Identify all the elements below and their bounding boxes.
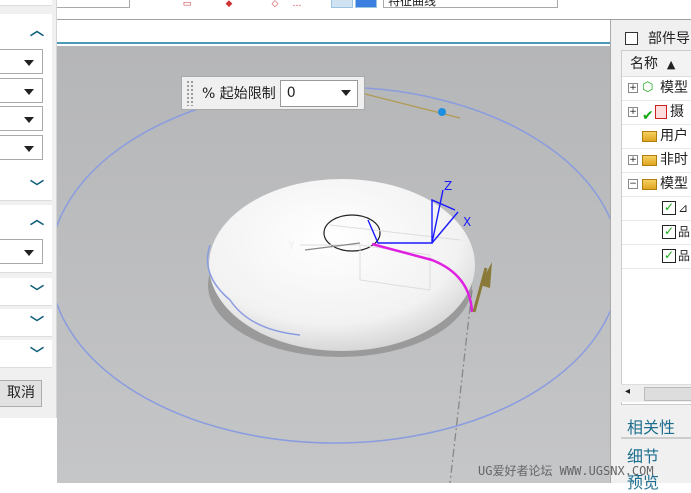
option-dropdown-1[interactable] [0, 49, 43, 74]
scroll-left-icon[interactable]: ◂ [625, 386, 630, 397]
visibility-checkbox[interactable]: ✓ [662, 225, 676, 239]
graphics-viewport[interactable]: Z X Y [57, 46, 610, 483]
tree-item-user-expressions[interactable]: 用户 [622, 125, 691, 149]
tree-item-model-views[interactable]: + ⬡ 模型 [622, 77, 691, 101]
option-dropdown-3[interactable] [0, 106, 43, 131]
chevron-down-icon: ﹀ [30, 285, 44, 301]
tree-item-unused[interactable]: + 非时 [622, 149, 691, 173]
feature-tree: 名称 ▲ + ⬡ 模型 + ✔ 摄 用户 + 非时 − 模型 ✓ ⊿ ✓ 品 ✓ 品 [621, 50, 691, 405]
column-name-label: 名称 [630, 56, 658, 72]
graphics-window-header [57, 20, 610, 44]
collapsed-section-2[interactable]: ﹀ [0, 278, 52, 306]
navigator-title-text: 部件导 [648, 31, 690, 47]
option-dropdown-5[interactable] [0, 239, 43, 264]
chevron-up-icon[interactable]: ︿ [30, 209, 44, 229]
model-scene: Z X Y [57, 86, 610, 483]
tree-item-label: 摄 [670, 104, 684, 120]
tree-item-sketch-2[interactable]: ✓ 品 [622, 245, 691, 269]
toolbar-tool-icon[interactable]: … [290, 0, 304, 9]
visibility-checkbox[interactable]: ✓ [662, 249, 676, 263]
chevron-up-icon[interactable]: ︿ [30, 20, 44, 40]
z-axis-label: Z [444, 179, 452, 193]
y-axis-label: Y [287, 239, 295, 252]
tree-item-model-history[interactable]: − 模型 [622, 173, 691, 197]
feature-curve-field[interactable]: 特征曲线 [383, 0, 558, 8]
expand-icon[interactable]: + [628, 83, 638, 93]
tree-item-label: 模型 [660, 176, 688, 192]
sort-ascending-icon: ▲ [666, 58, 676, 71]
sweep-dialog: ︿ ﹀ ︿ ﹀ ﹀ ﹀ 取消 [0, 0, 57, 418]
sketch-icon: 品 [678, 249, 691, 263]
visibility-checkbox[interactable]: ✓ [662, 201, 676, 215]
start-limit-label: % 起始限制 [202, 86, 276, 102]
dialog-top-field[interactable] [0, 0, 52, 6]
scrollbar-thumb[interactable] [644, 387, 691, 401]
folder-icon [642, 131, 657, 142]
section-dependencies[interactable]: 相关性 [627, 414, 675, 438]
model-views-icon: ⬡ [642, 80, 654, 95]
folder-icon [642, 179, 657, 190]
part-navigator: 部件导 名称 ▲ + ⬡ 模型 + ✔ 摄 用户 + 非时 − 模型 ✓ ⊿ ✓ 品 ✓ 品 ◂ … [610, 20, 691, 492]
tree-item-sketch-1[interactable]: ✓ 品 [622, 221, 691, 245]
option-dropdown-4[interactable] [0, 135, 43, 160]
chevron-down-icon: ﹀ [30, 180, 44, 196]
start-limit-value: 0 [286, 85, 296, 101]
column-header-name[interactable]: 名称 ▲ [622, 51, 691, 77]
chevron-down-icon: ﹀ [30, 316, 44, 332]
x-axis-label: X [463, 215, 471, 229]
navigator-title: 部件导 [625, 28, 690, 48]
chevron-down-icon [340, 90, 351, 96]
chevron-down-icon: ﹀ [30, 347, 44, 363]
collapsed-section-1[interactable]: ﹀ [0, 173, 52, 201]
expand-icon[interactable]: + [628, 155, 638, 165]
cancel-button[interactable]: 取消 [0, 380, 42, 407]
start-point-handle [438, 108, 446, 116]
toolbar-tool-icon[interactable]: ◆ [222, 0, 236, 9]
collapsed-section-3[interactable]: ﹀ [0, 309, 52, 337]
toolbar: ▭ ◆ ◇ … 特征曲线 [0, 0, 691, 20]
wireframe-view-button[interactable] [331, 0, 353, 8]
maximize-checkbox[interactable] [625, 31, 638, 45]
expand-icon[interactable]: + [628, 107, 638, 117]
tree-item-camera[interactable]: + ✔ 摄 [622, 101, 691, 125]
tree-item-label: 非时 [660, 152, 688, 168]
start-limit-toolbar: % 起始限制 0 [181, 76, 365, 110]
orbit-tangent-line [364, 93, 461, 119]
option-dropdown-2[interactable] [0, 78, 43, 103]
tree-item-label: 模型 [660, 80, 688, 96]
collapsed-section-4[interactable]: ﹀ [0, 340, 52, 368]
camera-icon [655, 105, 667, 119]
tree-item-label: 用户 [660, 128, 688, 144]
disk-body [209, 179, 475, 351]
collapse-icon[interactable]: − [628, 179, 638, 189]
tree-item-datum-csys[interactable]: ✓ ⊿ [622, 197, 691, 221]
shaded-view-button[interactable] [355, 0, 377, 8]
sketch-icon: 品 [678, 225, 691, 239]
watermark: UG爱好者论坛 WWW.UGSNX.COM [478, 464, 654, 478]
drag-grip[interactable] [186, 80, 194, 106]
datum-csys-icon: ⊿ [678, 201, 689, 215]
start-limit-dropdown[interactable]: 0 [279, 79, 358, 107]
folder-icon [642, 155, 657, 166]
toolbar-tool-icon[interactable]: ▭ [180, 0, 194, 9]
horizontal-scrollbar[interactable]: ◂ [621, 384, 691, 402]
toolbar-tool-icon[interactable]: ◇ [268, 0, 282, 9]
